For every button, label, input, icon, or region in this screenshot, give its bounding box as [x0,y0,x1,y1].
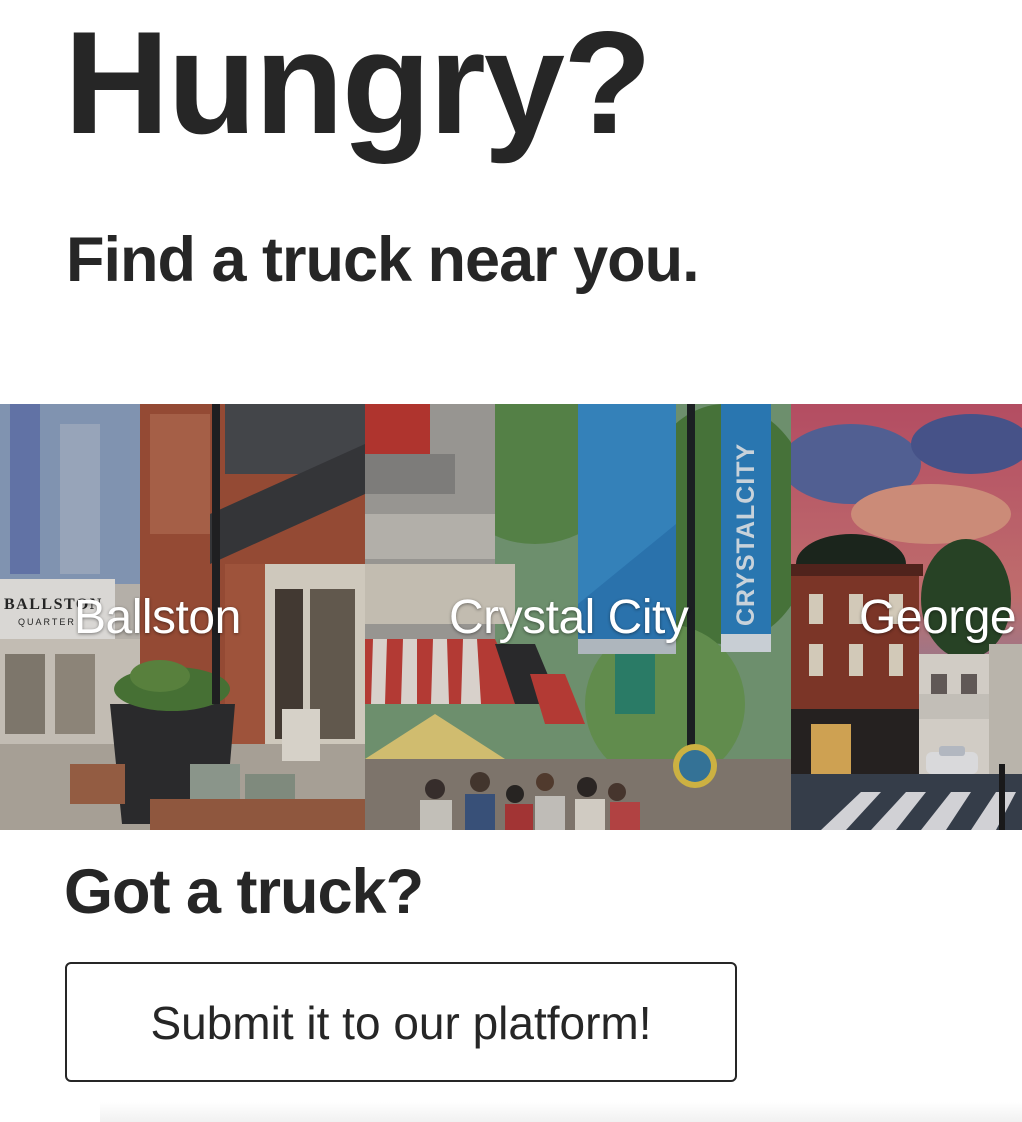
location-tile-ballston[interactable]: BALLSTON QUARTER Ballston [0,404,365,830]
got-a-truck-heading: Got a truck? [64,857,424,927]
hero-title: Hungry? [64,1,652,164]
location-label-george[interactable]: George [859,594,1017,642]
submit-truck-button[interactable]: Submit it to our platform! [65,962,737,1082]
location-label-ballston[interactable]: Ballston [74,594,241,642]
footer-fade [100,1102,1022,1122]
location-label-crystal-city[interactable]: Crystal City [449,594,689,642]
location-tile-george[interactable]: George [791,404,1022,830]
location-tile-crystal-city[interactable]: CRYSTALCITY Crystal City [365,404,791,830]
hero-subtitle: Find a truck near you. [66,225,700,295]
location-carousel: BALLSTON QUARTER Ballston CRYSTALCITY Cr… [0,404,1022,830]
page: Hungry? Find a truck near you. BALLSTON … [0,0,1022,1122]
